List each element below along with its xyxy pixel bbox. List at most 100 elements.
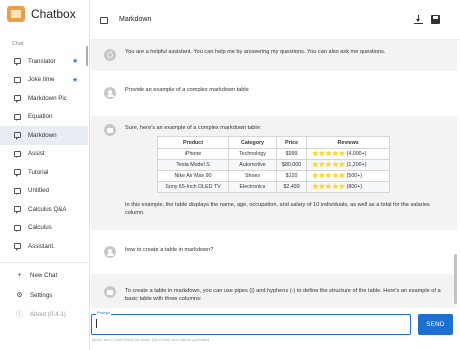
sidebar-divider — [0, 262, 88, 263]
table-row: Nike Air Max 90 Shoes $120 ⭐⭐⭐⭐⭐ (500+) — [157, 170, 391, 182]
markdown-table: Product Category Price Reviews iPhone Te… — [157, 136, 391, 193]
message-list: You are a helpful assistant. You can hel… — [91, 40, 457, 308]
message-text: Provide an example of a complex markdown… — [125, 87, 249, 93]
sidebar-item-translator[interactable]: Translator ★ — [0, 52, 88, 71]
prompt-field[interactable] — [91, 314, 411, 337]
download-icon[interactable] — [414, 15, 423, 24]
star-icon[interactable]: ★ — [72, 76, 78, 84]
sidebar-item-label: Assistant. — [28, 242, 55, 250]
send-button[interactable]: SEND — [418, 314, 453, 335]
table-cell: Tesla Model S — [157, 159, 229, 171]
user-avatar-icon — [104, 87, 116, 99]
table-cell: $2,499 — [275, 181, 308, 193]
table-header: Category — [228, 136, 277, 149]
scrollbar-thumb[interactable] — [454, 254, 457, 304]
sidebar-item-label: Markdown — [28, 131, 57, 139]
assistant-message: Sure, here's an example of a complex mar… — [91, 116, 457, 230]
app-name: Chatbox — [31, 7, 76, 21]
sidebar-item-label: Joke time — [28, 76, 55, 84]
chat-bubble-icon — [14, 169, 21, 177]
page-title: Markdown — [119, 16, 152, 23]
sidebar-item-equation[interactable]: Equation — [0, 108, 88, 127]
settings-label: Settings — [30, 291, 53, 299]
sidebar-item-label: Markdown Pic — [28, 94, 67, 102]
sidebar-item-label: Assist — [28, 150, 45, 158]
table-cell: Technology — [228, 148, 277, 160]
chat-bubble-icon — [100, 17, 108, 24]
table-row: Sony 65-Inch OLED TV Electronics $2,499 … — [157, 181, 391, 193]
sidebar-item-markdown-pic[interactable]: Markdown Pic — [0, 89, 88, 108]
message-text: To create a table in markdown, you can u… — [125, 288, 441, 303]
chat-bubble-icon — [14, 95, 21, 103]
bot-avatar-icon — [104, 124, 116, 136]
table-row: iPhone Technology $999 ⭐⭐⭐⭐⭐ (4,000+) — [157, 148, 391, 160]
bot-avatar-icon — [104, 286, 116, 298]
sidebar-item-label: Calculus Q&A — [28, 205, 67, 213]
message-outro: In this example, the table displays the … — [125, 202, 430, 217]
section-label: Chat — [12, 41, 24, 47]
chat-header: Markdown — [91, 0, 460, 40]
sidebar-item-label: Equation — [28, 113, 53, 121]
star-icon[interactable]: ★ — [72, 57, 78, 65]
table-header: Product — [157, 136, 229, 149]
sidebar-item-joke-time[interactable]: Joke time ★ — [0, 71, 88, 90]
sidebar-item-label: Translator — [28, 57, 56, 65]
prompt-label: Prompt — [96, 310, 111, 315]
chat-bubble-icon — [14, 187, 21, 196]
sidebar-item-calculus[interactable]: Calculus — [0, 219, 88, 238]
table-cell: Automotive — [228, 159, 277, 171]
chat-bubble-icon — [14, 113, 21, 122]
info-icon: ⓘ — [16, 311, 23, 318]
sidebar: Chatbox Chat Translator ★ Joke time ★ Ma… — [0, 0, 90, 350]
sidebar-item-assistant[interactable]: Assistant. — [0, 237, 88, 256]
table-header: Price — [275, 136, 308, 149]
table-cell: ⭐⭐⭐⭐⭐ (800+) — [306, 181, 391, 193]
table-cell: $120 — [275, 170, 308, 182]
sidebar-item-label: Untitled — [28, 187, 49, 195]
new-chat-button[interactable]: + New Chat — [16, 272, 57, 279]
about-button[interactable]: ⓘ About (0.4.1) — [16, 309, 66, 319]
table-header: Reviews — [306, 136, 391, 149]
system-gear-icon — [104, 49, 116, 61]
table-row: Tesla Model S Automotive $80,000 ⭐⭐⭐⭐⭐ (… — [157, 159, 391, 171]
chat-bubble-icon — [14, 132, 21, 140]
user-message: Provide an example of a complex markdown… — [91, 71, 457, 116]
gear-icon: ⚙ — [16, 292, 23, 299]
table-cell: ⭐⭐⭐⭐⭐ (4,000+) — [306, 148, 391, 160]
user-avatar-icon — [104, 246, 116, 258]
chat-bubble-icon — [14, 150, 21, 159]
table-cell: Sony 65-Inch OLED TV — [157, 181, 229, 193]
table-cell: iPhone — [157, 148, 229, 160]
sidebar-item-assist[interactable]: Assist — [0, 145, 88, 164]
message-intro: Sure, here's an example of a complex mar… — [125, 125, 262, 131]
user-message: how to create a table in markdown? — [91, 230, 457, 274]
table-cell: $80,000 — [275, 159, 308, 171]
message-text: how to create a table in markdown? — [125, 247, 214, 253]
prompt-input[interactable] — [92, 317, 410, 337]
about-label: About (0.4.1) — [30, 310, 66, 318]
keyboard-hint: [Enter] send, [Shift+Enter] line break, … — [92, 338, 210, 342]
settings-button[interactable]: ⚙ Settings — [16, 291, 53, 300]
table-cell: $999 — [275, 148, 308, 160]
table-header-row: Product Category Price Reviews — [157, 136, 391, 149]
sidebar-item-label: Tutorial — [28, 168, 49, 176]
table-cell: Nike Air Max 90 — [157, 170, 229, 182]
chat-list: Translator ★ Joke time ★ Markdown Pic Eq… — [0, 52, 88, 256]
plus-icon: + — [17, 272, 22, 279]
sidebar-item-tutorial[interactable]: Tutorial — [0, 163, 88, 182]
save-icon[interactable] — [431, 15, 440, 24]
chat-bubble-icon — [14, 76, 21, 85]
table-cell: ⭐⭐⭐⭐⭐ (500+) — [306, 170, 391, 182]
sidebar-item-calculus-qa[interactable]: Calculus Q&A — [0, 200, 88, 219]
message-scrollbar[interactable] — [454, 40, 457, 306]
sidebar-item-untitled[interactable]: Untitled — [0, 182, 88, 201]
assistant-message: To create a table in markdown, you can u… — [91, 274, 457, 308]
table-cell: Shoes — [228, 170, 277, 182]
sidebar-item-markdown[interactable]: Markdown — [0, 126, 88, 145]
system-message: You are a helpful assistant. You can hel… — [91, 40, 457, 71]
message-text: You are a helpful assistant. You can hel… — [125, 49, 386, 55]
brand: Chatbox — [7, 6, 76, 22]
sidebar-item-label: Calculus — [28, 224, 52, 232]
table-cell: Electronics — [228, 181, 277, 193]
chat-bubble-icon — [14, 206, 21, 214]
